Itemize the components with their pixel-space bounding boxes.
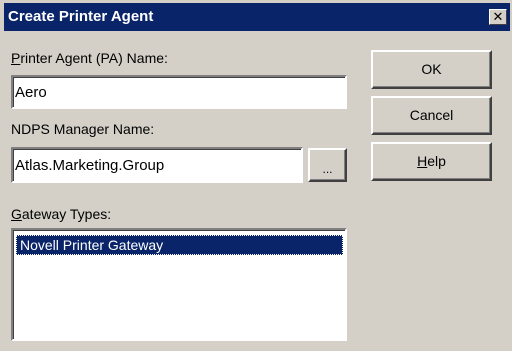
manager-name-input[interactable] xyxy=(11,147,303,183)
title-bar[interactable]: Create Printer Agent ✕ xyxy=(4,3,510,31)
gateway-types-label-accel: G xyxy=(11,206,22,222)
ok-button[interactable]: OK xyxy=(371,50,492,89)
pa-name-label-accel: P xyxy=(11,50,21,66)
close-icon[interactable]: ✕ xyxy=(489,9,507,25)
browse-manager-button[interactable]: ... xyxy=(308,148,347,182)
help-button-text: elp xyxy=(427,153,446,169)
gateway-list-item-novell-printer-gateway[interactable]: Novell Printer Gateway xyxy=(16,235,343,255)
gateway-types-label-text: ateway Types: xyxy=(21,206,112,222)
gateway-types-list[interactable]: Novell Printer Gateway xyxy=(11,228,347,341)
cancel-button[interactable]: Cancel xyxy=(371,96,492,135)
create-printer-agent-dialog: Create Printer Agent ✕ Printer Agent (PA… xyxy=(0,0,512,351)
pa-name-label-text: rinter Agent (PA) Name: xyxy=(20,50,168,66)
pa-name-input[interactable] xyxy=(11,75,347,109)
pa-name-label: Printer Agent (PA) Name: xyxy=(11,50,168,66)
window-title: Create Printer Agent xyxy=(8,8,154,25)
help-button-accel: H xyxy=(417,153,428,169)
gateway-types-label: Gateway Types: xyxy=(11,206,111,222)
help-button[interactable]: Help xyxy=(371,142,492,181)
manager-name-label: NDPS Manager Name: xyxy=(11,121,155,137)
